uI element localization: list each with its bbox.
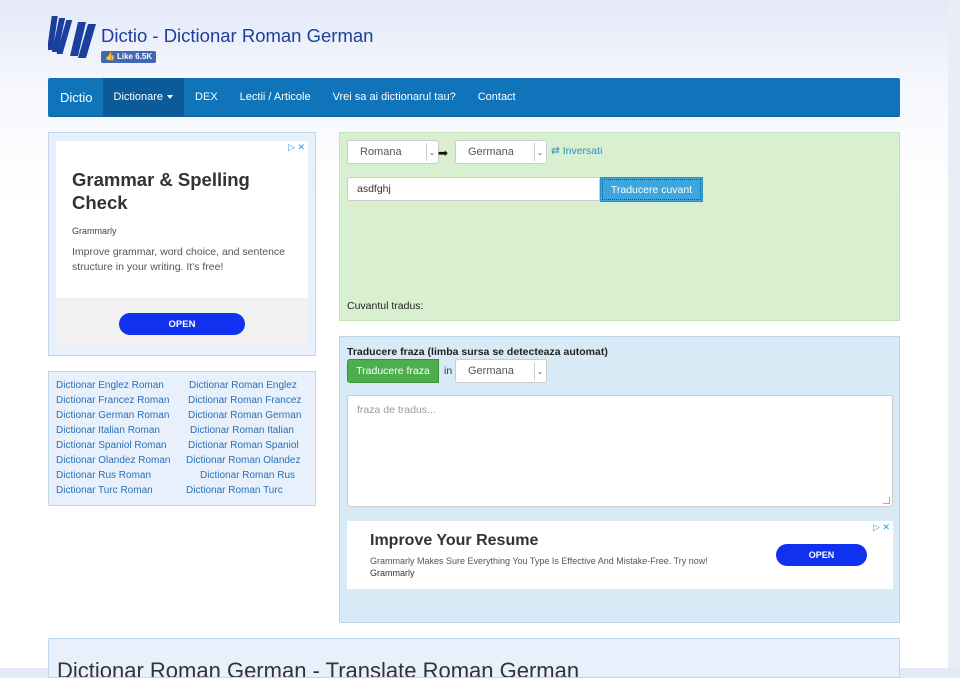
dictionary-link[interactable]: Dictionar Roman Rus [200, 470, 295, 481]
dictionary-link[interactable]: Dictionar Roman Francez [188, 395, 301, 406]
caret-down-icon [167, 95, 174, 99]
thumbs-up-icon: 👍 [105, 52, 115, 61]
facebook-like-button[interactable]: 👍 Like 6.5K [101, 51, 157, 63]
books-logo-icon[interactable] [48, 14, 98, 60]
phrase-target-language-select[interactable]: Germana ⌄ [455, 359, 547, 383]
select-value: Romana [360, 146, 402, 158]
dictionary-link[interactable]: Dictionar Roman Turc [186, 485, 283, 496]
ad-title[interactable]: Improve Your Resume [370, 532, 538, 550]
nav-item-dictionarul-tau[interactable]: Vrei sa ai dictionarul tau? [322, 78, 467, 116]
fb-like-label: Like 6.5K [116, 52, 153, 61]
ad-choices-icon[interactable]: ▷ ✕ [288, 142, 305, 153]
word-input[interactable]: asdfghj [347, 177, 600, 201]
ad-brand: Grammarly [370, 568, 415, 578]
dictionary-link[interactable]: Dictionar Rus Roman [56, 470, 151, 481]
ad-description-text: Grammarly Makes Sure Everything You Type… [370, 556, 708, 566]
dictionary-link[interactable]: Dictionar Francez Roman [56, 395, 169, 406]
arrow-right-icon: ➡ [438, 146, 449, 160]
nav-item-label: Dictionare [113, 91, 164, 103]
main-navbar: Dictio Dictionare DEX Lectii / Articole … [48, 78, 900, 117]
translated-word-label: Cuvantul tradus: [347, 300, 424, 312]
in-label: in [444, 365, 453, 377]
select-value: Germana [468, 365, 514, 377]
dictionary-link[interactable]: Dictionar Turc Roman [56, 485, 153, 496]
ad-brand: Grammarly [72, 226, 117, 236]
phrase-textarea[interactable]: fraza de tradus... [347, 395, 893, 507]
ad-description: Grammarly Makes Sure Everything You Type… [370, 555, 750, 579]
dictionary-link[interactable]: Dictionar Roman Olandez [186, 455, 301, 466]
dictionary-links-box: Dictionar Englez Roman Dictionar Francez… [48, 371, 316, 506]
nav-brand[interactable]: Dictio [48, 78, 103, 116]
ad-description: Improve grammar, word choice, and senten… [72, 246, 286, 273]
source-language-select[interactable]: Romana ⌄ [347, 140, 439, 164]
bottom-advertisement[interactable]: ▷ ✕ Improve Your Resume Grammarly Makes … [347, 521, 893, 589]
chevron-down-icon: ⌄ [426, 143, 437, 161]
dictionary-link[interactable]: Dictionar Roman Italian [190, 425, 294, 436]
dictionary-link[interactable]: Dictionar Italian Roman [56, 425, 160, 436]
invert-languages-link[interactable]: ⇄ Inversati [551, 145, 602, 157]
dictionary-link[interactable]: Dictionar Roman German [188, 410, 301, 421]
nav-item-lectii[interactable]: Lectii / Articole [229, 78, 322, 116]
select-value: Germana [468, 146, 514, 158]
ad-title[interactable]: Grammar & Spelling Check [72, 168, 292, 214]
chevron-down-icon: ⌄ [534, 143, 545, 161]
translate-phrase-button[interactable]: Traducere fraza [347, 359, 439, 383]
chevron-down-icon: ⌄ [534, 362, 545, 380]
translate-word-button[interactable]: Traducere cuvant [600, 177, 703, 202]
resize-grip-icon[interactable] [883, 497, 890, 504]
ad-content[interactable]: ▷ ✕ Grammar & Spelling Check Grammarly I… [56, 141, 308, 348]
page-edge-strip [948, 0, 960, 668]
dictionary-link[interactable]: Dictionar German Roman [56, 410, 169, 421]
left-advertisement: ▷ ✕ Grammar & Spelling Check Grammarly I… [48, 132, 316, 356]
dictionary-link[interactable]: Dictionar Olandez Roman [56, 455, 171, 466]
dictionary-link[interactable]: Dictionar Spaniol Roman [56, 440, 167, 451]
section-heading: Dictionar Roman German - Translate Roman… [57, 658, 580, 678]
target-language-select[interactable]: Germana ⌄ [455, 140, 547, 164]
ad-open-button[interactable]: OPEN [776, 544, 867, 566]
dictionary-link[interactable]: Dictionar Roman Spaniol [188, 440, 299, 451]
nav-item-contact[interactable]: Contact [467, 78, 527, 116]
phrase-placeholder: fraza de tradus... [357, 404, 436, 416]
nav-item-dex[interactable]: DEX [184, 78, 229, 116]
ad-open-button[interactable]: OPEN [119, 313, 245, 335]
nav-item-dictionare[interactable]: Dictionare [102, 78, 185, 116]
site-title[interactable]: Dictio - Dictionar Roman German [101, 25, 373, 47]
dictionary-link[interactable]: Dictionar Englez Roman [56, 380, 164, 391]
dictionary-link[interactable]: Dictionar Roman Englez [189, 380, 297, 391]
bottom-content-section: Dictionar Roman German - Translate Roman… [48, 638, 900, 678]
ad-choices-icon[interactable]: ▷ ✕ [873, 522, 890, 533]
phrase-translate-title: Traducere fraza (limba sursa se detectea… [347, 346, 608, 358]
